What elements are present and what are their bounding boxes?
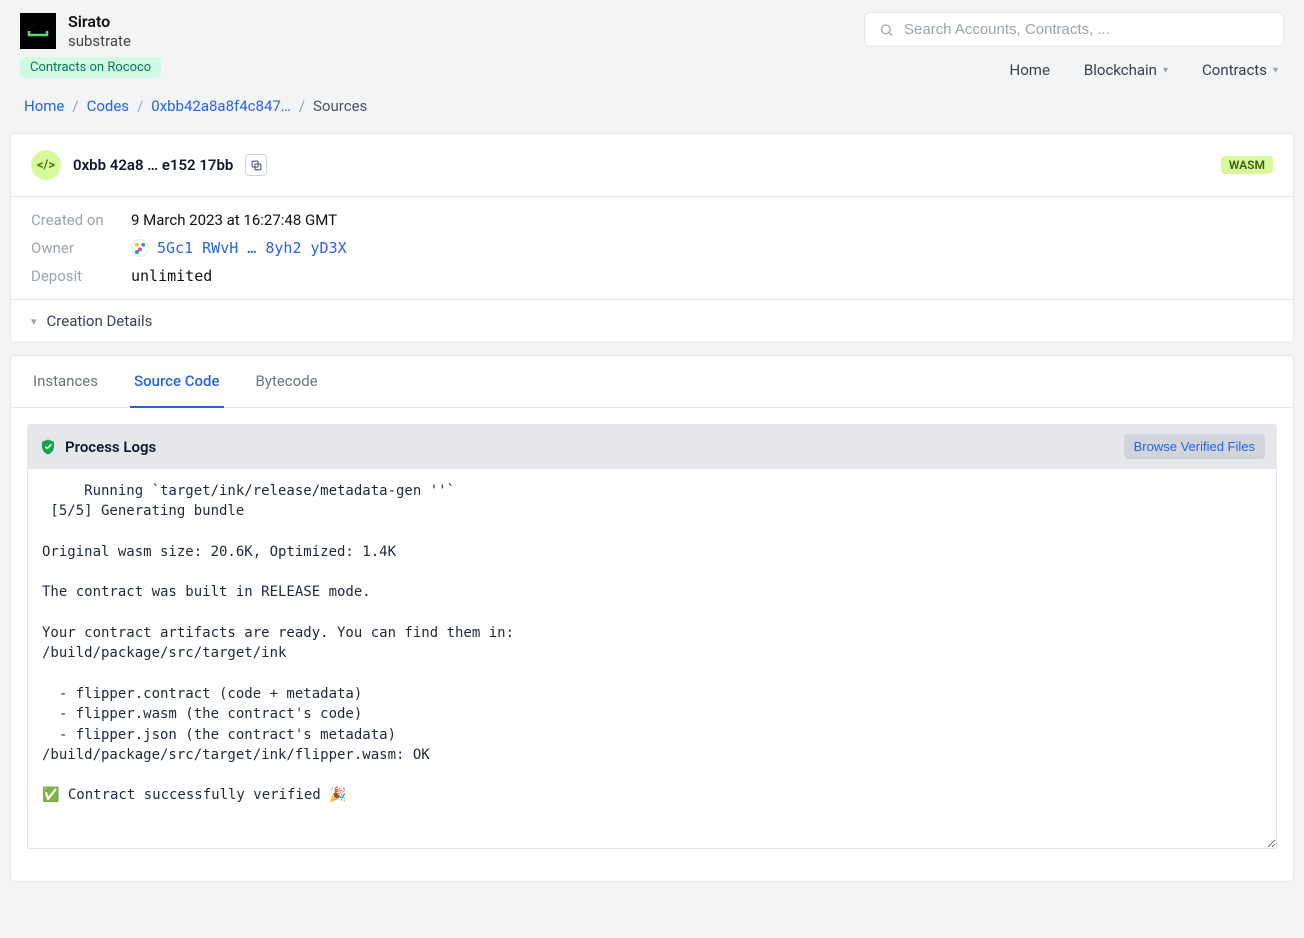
shield-check-icon <box>39 438 57 456</box>
copy-button[interactable] <box>245 154 267 176</box>
search-input[interactable] <box>904 21 1269 38</box>
breadcrumb-current: Sources <box>313 97 367 115</box>
app-logo <box>20 13 56 49</box>
tab-source-code[interactable]: Source Code <box>130 356 223 408</box>
copy-icon <box>250 159 263 172</box>
creation-details-label: Creation Details <box>47 312 153 330</box>
tab-instances[interactable]: Instances <box>29 356 102 408</box>
tabs-card: Instances Source Code Bytecode Process L… <box>10 355 1294 882</box>
meta-row-owner: Owner 5Gc1 RWvH … 8yh2 yD3X <box>31 239 1273 257</box>
owner-link[interactable]: 5Gc1 RWvH … 8yh2 yD3X <box>131 239 347 257</box>
breadcrumb-home[interactable]: Home <box>24 97 64 115</box>
nav-home[interactable]: Home <box>1010 61 1050 79</box>
nav-blockchain-label: Blockchain <box>1084 61 1157 79</box>
logs-title: Process Logs <box>65 438 156 456</box>
code-icon: </> <box>31 150 61 180</box>
owner-address: 5Gc1 RWvH … 8yh2 yD3X <box>157 239 347 257</box>
tabs: Instances Source Code Bytecode <box>11 356 1293 408</box>
chevron-down-icon: ▾ <box>31 315 37 328</box>
meta-row-deposit: Deposit unlimited <box>31 267 1273 285</box>
nav-contracts[interactable]: Contracts ▾ <box>1202 61 1278 79</box>
meta-label: Deposit <box>31 267 111 285</box>
breadcrumb-codes[interactable]: Codes <box>87 97 129 115</box>
main-nav: Home Blockchain ▾ Contracts ▾ <box>1010 61 1284 79</box>
meta-value: 9 March 2023 at 16:27:48 GMT <box>131 211 337 229</box>
meta-label: Owner <box>31 239 111 257</box>
logs-output[interactable]: Running `target/ink/release/metadata-gen… <box>27 469 1277 849</box>
brand-name: Sirato <box>68 12 131 32</box>
brand-sub: substrate <box>68 32 131 51</box>
brand-text: Sirato substrate <box>68 12 131 51</box>
breadcrumb-sep: / <box>299 97 305 115</box>
brand[interactable]: Sirato substrate <box>20 12 161 51</box>
wasm-badge: WASM <box>1221 156 1273 174</box>
code-hash: 0xbb 42a8 … e152 17bb <box>73 156 233 174</box>
meta-label: Created on <box>31 211 111 229</box>
chevron-down-icon: ▾ <box>1273 65 1278 76</box>
breadcrumb-sep: / <box>72 97 78 115</box>
breadcrumb-sep: / <box>137 97 143 115</box>
nav-blockchain[interactable]: Blockchain ▾ <box>1084 61 1168 79</box>
meta-row-created: Created on 9 March 2023 at 16:27:48 GMT <box>31 211 1273 229</box>
nav-contracts-label: Contracts <box>1202 61 1267 79</box>
meta-value: unlimited <box>131 267 212 285</box>
browse-verified-files-button[interactable]: Browse Verified Files <box>1124 434 1265 459</box>
network-badge: Contracts on Rococo <box>20 57 161 78</box>
brand-block: Sirato substrate Contracts on Rococo <box>20 12 161 78</box>
code-summary-card: </> 0xbb 42a8 … e152 17bb WASM Created o… <box>10 133 1294 343</box>
logs-header: Process Logs Browse Verified Files <box>27 424 1277 469</box>
creation-details-toggle[interactable]: ▾ Creation Details <box>11 300 1293 342</box>
search-box[interactable] <box>864 12 1284 47</box>
logs-section: Process Logs Browse Verified Files Runni… <box>11 408 1293 865</box>
tab-bytecode[interactable]: Bytecode <box>252 356 322 408</box>
app-header: Sirato substrate Contracts on Rococo Hom… <box>0 0 1304 79</box>
breadcrumb: Home / Codes / 0xbb42a8a8f4c847… / Sourc… <box>0 79 1304 133</box>
card-header: </> 0xbb 42a8 … e152 17bb WASM <box>11 134 1293 197</box>
breadcrumb-hash[interactable]: 0xbb42a8a8f4c847… <box>151 97 291 115</box>
chevron-down-icon: ▾ <box>1163 65 1168 76</box>
logo-icon <box>26 19 50 43</box>
search-icon <box>879 22 894 38</box>
meta-section: Created on 9 March 2023 at 16:27:48 GMT … <box>11 197 1293 300</box>
identicon-icon <box>131 239 149 257</box>
header-right: Home Blockchain ▾ Contracts ▾ <box>864 12 1284 79</box>
